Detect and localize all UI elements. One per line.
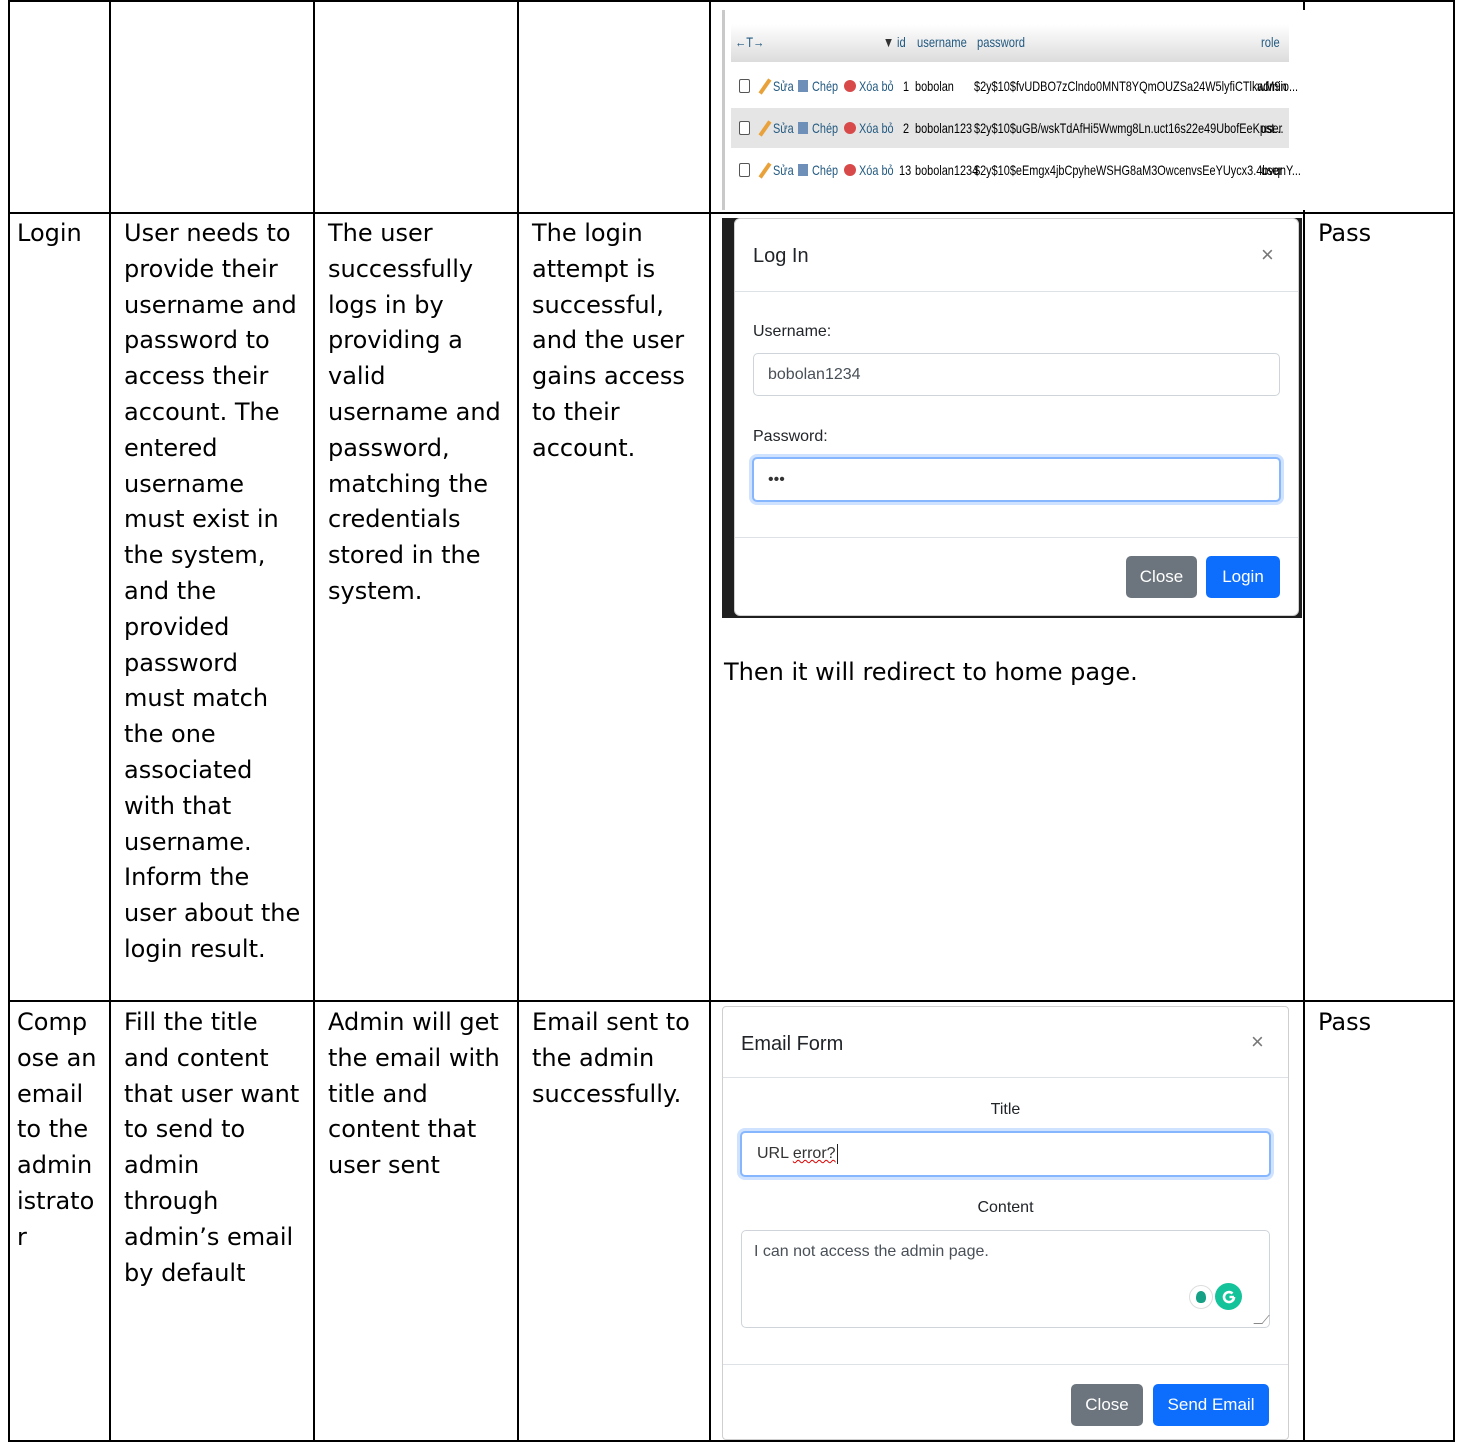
description-cell-login: User needs to provide their username and…	[124, 219, 301, 963]
expected-cell-email: Admin will get the email with title and …	[328, 1008, 500, 1180]
edit-link[interactable]: Sửa	[773, 120, 794, 136]
copy-icon	[798, 122, 808, 134]
login-modal: Log In × Username: bobolan1234 Password:…	[734, 218, 1299, 616]
login-modal-backdrop: Log In × Username: bobolan1234 Password:…	[722, 218, 1302, 618]
modal-footer-divider	[723, 1364, 1288, 1365]
row-checkbox[interactable]	[739, 163, 750, 177]
row-id: 2	[903, 120, 910, 136]
password-field[interactable]: •••	[752, 457, 1281, 502]
copy-icon	[798, 80, 808, 92]
close-button[interactable]: Close	[1126, 556, 1197, 598]
edit-link[interactable]: Sửa	[773, 78, 794, 94]
copy-icon	[798, 164, 808, 176]
database-table-screenshot: ←T→ ▼ id username password role Sửa Chép…	[722, 10, 1305, 210]
login-modal-title: Log In	[753, 245, 809, 267]
column-header-password: password	[977, 34, 1025, 50]
grammar-checker-icon[interactable]	[1215, 1283, 1242, 1310]
username-field[interactable]: bobolan1234	[753, 353, 1280, 396]
row-username: bobolan	[915, 78, 954, 94]
feature-cell-email: Comp ose an email to the admin istrato r	[17, 1008, 97, 1251]
copy-link[interactable]: Chép	[812, 78, 838, 94]
row-divider	[8, 0, 1455, 2]
column-header-id: id	[897, 34, 906, 50]
result-cell-login: Pass	[1318, 219, 1372, 247]
close-icon[interactable]: ×	[1251, 1029, 1264, 1055]
delete-icon	[844, 164, 856, 176]
column-divider	[1303, 0, 1305, 1442]
column-header-username: username	[917, 34, 967, 50]
column-divider	[517, 0, 519, 1442]
actual-cell-login: The login attempt is successful, and the…	[532, 219, 685, 462]
column-divider	[109, 0, 111, 1442]
email-modal-title: Email Form	[741, 1033, 844, 1055]
feature-cell-login: Login	[17, 219, 82, 247]
delete-icon	[844, 80, 856, 92]
email-modal: Email Form × Title URL error? Content I …	[722, 1006, 1289, 1440]
misspelled-word: error?	[792, 1145, 836, 1162]
row-username: bobolan123	[915, 120, 973, 136]
row-username: bobolan1234	[915, 162, 979, 178]
content-label: Content	[977, 1199, 1034, 1216]
column-divider	[313, 0, 315, 1442]
column-divider	[1453, 0, 1455, 1442]
content-textarea[interactable]: I can not access the admin page.	[741, 1230, 1270, 1328]
row-divider	[8, 1440, 1455, 1442]
row-password: $2y$10$fvUDBO7zClndo0MNT8YQmOUZSa24W5lyf…	[974, 78, 1299, 94]
username-label: Username:	[753, 323, 832, 340]
close-button[interactable]: Close	[1071, 1384, 1143, 1426]
row-id: 13	[899, 162, 912, 178]
pencil-icon	[758, 162, 772, 179]
row-checkbox[interactable]	[739, 79, 750, 93]
row-divider	[8, 1000, 1455, 1002]
db-table-header: ←T→ ▼ id username password role	[731, 24, 1289, 62]
row-role: user	[1261, 162, 1283, 178]
db-row: Sửa Chép Xóa bỏ 1 bobolan $2y$10$fvUDBO7…	[731, 66, 1298, 106]
row-password: $2y$10$eEmgx4jbCpyheWSHG8aM3OwcenvsEeYUy…	[974, 162, 1301, 178]
row-role: user	[1261, 120, 1283, 136]
title-label: Title	[990, 1101, 1021, 1118]
result-cell-email: Pass	[1318, 1008, 1372, 1036]
column-divider	[8, 0, 10, 1442]
actual-cell-email: Email sent to the admin successfully.	[532, 1008, 690, 1108]
delete-link[interactable]: Xóa bỏ	[859, 78, 894, 94]
delete-link[interactable]: Xóa bỏ	[859, 162, 894, 178]
column-header-role: role	[1261, 34, 1280, 50]
row-divider	[8, 212, 1455, 214]
login-note: Then it will redirect to home page.	[724, 658, 1138, 686]
modal-footer-divider	[735, 537, 1298, 538]
pencil-icon	[758, 120, 772, 137]
sort-indicator-icon: ▼	[883, 34, 895, 50]
content-text: I can not access the admin page.	[754, 1243, 989, 1260]
column-divider	[709, 0, 711, 1442]
text-cursor	[836, 1144, 838, 1164]
modal-header-divider	[735, 291, 1298, 292]
hint-bulb-icon[interactable]	[1189, 1285, 1213, 1309]
delete-link[interactable]: Xóa bỏ	[859, 120, 894, 136]
description-cell-email: Fill the title and content that user wan…	[124, 1008, 300, 1287]
expected-cell-login: The user successfully logs in by providi…	[328, 219, 501, 605]
send-email-button[interactable]: Send Email	[1153, 1384, 1269, 1426]
column-arrows: ←T→	[735, 34, 765, 50]
row-checkbox[interactable]	[739, 121, 750, 135]
g-letter-icon	[1222, 1290, 1235, 1303]
modal-header-divider	[723, 1077, 1288, 1078]
login-button[interactable]: Login	[1206, 556, 1280, 598]
copy-link[interactable]: Chép	[812, 120, 838, 136]
title-field[interactable]: URL error?	[740, 1131, 1271, 1177]
copy-link[interactable]: Chép	[812, 162, 838, 178]
password-label: Password:	[753, 428, 828, 445]
close-icon[interactable]: ×	[1261, 242, 1274, 268]
title-field-text: URL	[757, 1145, 793, 1162]
delete-icon	[844, 122, 856, 134]
pencil-icon	[758, 78, 772, 95]
row-password: $2y$10$uGB/wskTdAfHi5Wwmg8Ln.uct16s22e49…	[974, 120, 1284, 136]
row-id: 1	[903, 78, 910, 94]
db-row: Sửa Chép Xóa bỏ 2 bobolan123 $2y$10$uGB/…	[731, 108, 1289, 148]
db-row: Sửa Chép Xóa bỏ 13 bobolan1234 $2y$10$eE…	[731, 150, 1301, 190]
row-role: admin	[1257, 78, 1287, 94]
bulb-glyph-icon	[1196, 1291, 1206, 1303]
edit-link[interactable]: Sửa	[773, 162, 794, 178]
